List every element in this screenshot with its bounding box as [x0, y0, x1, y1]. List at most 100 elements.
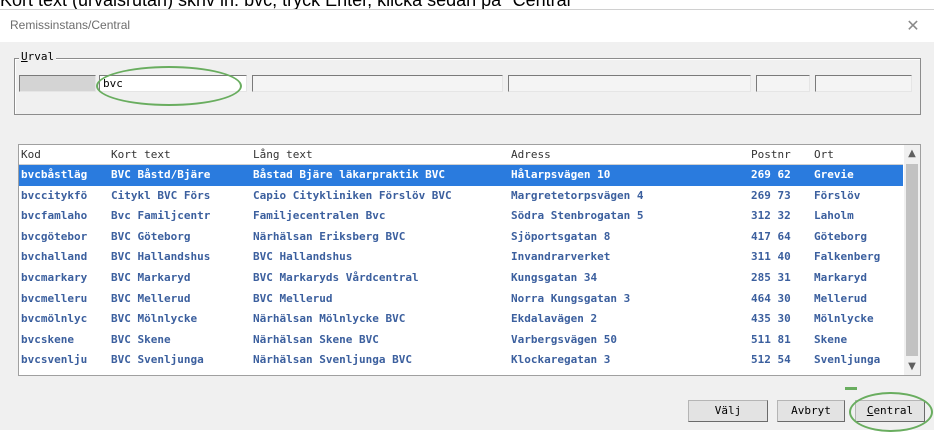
- urval-legend: Urval: [19, 50, 57, 63]
- scroll-up-icon[interactable]: ▲: [904, 145, 920, 162]
- filter-adress-field[interactable]: [508, 75, 751, 92]
- filter-ort-field[interactable]: [815, 75, 912, 92]
- cell-postnr: 512 54: [751, 353, 791, 367]
- central-button-label: entral: [873, 404, 914, 417]
- cell-lang: Närhälsan Svenljunga BVC: [253, 353, 412, 367]
- cell-postnr: 312 32: [751, 209, 791, 223]
- vertical-scrollbar[interactable]: ▲ ▼: [904, 145, 920, 375]
- table-row[interactable]: bvccitykfö Citykl BVC Förs Capio Cityklini…: [19, 186, 903, 207]
- cell-kod: bvcmölnlyc: [21, 312, 88, 326]
- column-header-postnr[interactable]: Postnr: [749, 145, 791, 164]
- cell-kod: bvcbåstläg: [21, 168, 88, 181]
- cell-postnr: 417 64: [751, 229, 791, 243]
- cell-adress: Klockaregatan 3: [511, 353, 611, 367]
- cell-ort: Laholm: [814, 209, 854, 223]
- cell-kod: bvcskene: [21, 332, 74, 346]
- cell-postnr: 269 62: [751, 168, 791, 181]
- cell-ort: Mellerud: [814, 291, 867, 305]
- cell-kod: bvchalland: [21, 250, 88, 264]
- cell-ort: Falkenberg: [814, 250, 881, 264]
- urval-group: Urval bvc: [14, 50, 921, 115]
- table-header: Kod Kort text Lång text Adress Postnr Or…: [19, 145, 903, 165]
- cell-ort: Göteborg: [814, 229, 867, 243]
- instruction-caption: Kort text (urvalsrutan) skriv in: bvc, t…: [0, 0, 934, 9]
- cell-postnr: 511 81: [751, 332, 791, 346]
- cell-kort: Bvc Familjcentr: [111, 209, 211, 223]
- cell-kod: bvcmarkary: [21, 270, 88, 284]
- search-input[interactable]: bvc: [99, 75, 247, 92]
- cell-kod: bvccitykfö: [21, 188, 88, 202]
- cell-kod: bvcsvenlju: [21, 353, 88, 367]
- cell-postnr: 285 31: [751, 270, 791, 284]
- cell-kort: BVC Skene: [111, 332, 171, 346]
- cell-adress: Kungsgatan 34: [511, 270, 598, 284]
- cell-kort: BVC Hallandshus: [111, 250, 211, 264]
- cell-postnr: 269 73: [751, 188, 791, 202]
- cell-lang: Närhälsan Mölnlycke BVC: [253, 312, 406, 326]
- valj-button[interactable]: Välj: [688, 400, 768, 422]
- urval-legend-mnemonic: U: [21, 50, 28, 63]
- results-table: Kod Kort text Lång text Adress Postnr Or…: [18, 144, 921, 376]
- highlight-mark: [845, 387, 857, 390]
- cell-kort: BVC Markaryd: [111, 270, 191, 284]
- cell-adress: Hålarpsvägen 10: [511, 168, 611, 181]
- cell-kort: BVC Göteborg: [111, 229, 191, 243]
- column-header-ort[interactable]: Ort: [812, 145, 834, 164]
- cell-lang: BVC Hallandshus: [253, 250, 353, 264]
- table-row[interactable]: bvcgötebor BVC Göteborg Närhälsan Eriksber…: [19, 227, 903, 248]
- table-row[interactable]: bvcmölnlyc BVC Mölnlycke Närhälsan Mölnlyc…: [19, 309, 903, 330]
- cell-adress: Invandrarverket: [511, 250, 611, 264]
- cell-adress: Norra Kungsgatan 3: [511, 291, 631, 305]
- cell-lang: Capio Citykliniken Förslöv BVC: [253, 188, 452, 202]
- column-header-lang-text[interactable]: Lång text: [251, 145, 313, 164]
- cell-kort: BVC Svenljunga: [111, 353, 204, 367]
- table-row[interactable]: bvcmarkary BVC Markaryd BVC Markaryds Vård…: [19, 268, 903, 289]
- cell-lang: Närhälsan Skene BVC: [253, 332, 379, 346]
- cell-adress: Ekdalavägen 2: [511, 312, 598, 326]
- table-row[interactable]: bvcfamlaho Bvc Familjcentr Familjecentrale…: [19, 206, 903, 227]
- cell-ort: Markaryd: [814, 270, 867, 284]
- title-bar: Remissinstans/Central ✕: [0, 10, 934, 42]
- cell-kod: bvcgötebor: [21, 229, 88, 243]
- table-row[interactable]: bvcbåstläg BVC Båstd/Bjäre Båstad Bjäre lä…: [19, 165, 903, 186]
- urval-legend-rest: rval: [27, 50, 55, 63]
- column-header-kort-text[interactable]: Kort text: [109, 145, 171, 164]
- column-header-kod[interactable]: Kod: [19, 145, 41, 164]
- cell-ort: Grevie: [814, 168, 854, 181]
- scrollbar-thumb[interactable]: [906, 164, 918, 356]
- filter-postnr-field[interactable]: [756, 75, 810, 92]
- dialog-window: Remissinstans/Central ✕ Urval bvc Kod Ko…: [0, 9, 934, 432]
- cell-ort: Skene: [814, 332, 848, 346]
- table-body: bvcbåstläg BVC Båstd/Bjäre Båstad Bjäre lä…: [19, 165, 903, 371]
- cell-adress: Södra Stenbrogatan 5: [511, 209, 644, 223]
- cell-lang: Familjecentralen Bvc: [253, 209, 386, 223]
- cell-kort: BVC Mellerud: [111, 291, 191, 305]
- cell-lang: BVC Mellerud: [253, 291, 333, 305]
- table-row[interactable]: bvcsvenlju BVC Svenljunga Närhälsan Svenlj…: [19, 350, 903, 371]
- cell-ort: Svenljunga: [814, 353, 881, 367]
- cell-postnr: 464 30: [751, 291, 791, 305]
- cell-kort: BVC Båstd/Bjäre: [111, 168, 211, 181]
- filter-lang-text-field[interactable]: [252, 75, 503, 92]
- table-row[interactable]: bvcmelleru BVC Mellerud BVC Mellerud Norra …: [19, 289, 903, 310]
- cell-adress: Margretetorpsvägen 4: [511, 188, 644, 202]
- close-icon[interactable]: ✕: [902, 15, 924, 37]
- scroll-down-icon[interactable]: ▼: [904, 358, 920, 375]
- table-row[interactable]: bvcskene BVC Skene Närhälsan Skene BVC Varb…: [19, 330, 903, 351]
- cell-kort: BVC Mölnlycke: [111, 312, 198, 326]
- cell-lang: Närhälsan Eriksberg BVC: [253, 229, 406, 243]
- cell-postnr: 311 40: [751, 250, 791, 264]
- column-header-adress[interactable]: Adress: [509, 145, 551, 164]
- filter-kod-field: [19, 75, 96, 92]
- cell-kort: Citykl BVC Förs: [111, 188, 211, 202]
- cell-lang: Båstad Bjäre läkarpraktik BVC: [253, 168, 446, 181]
- cell-adress: Varbergsvägen 50: [511, 332, 617, 346]
- cell-kod: bvcfamlaho: [21, 209, 88, 223]
- table-row[interactable]: bvchalland BVC Hallandshus BVC Hallandshus…: [19, 247, 903, 268]
- window-title: Remissinstans/Central: [10, 18, 131, 32]
- cell-kod: bvcmelleru: [21, 291, 88, 305]
- central-button[interactable]: Central: [855, 400, 925, 422]
- cell-ort: Förslöv: [814, 188, 861, 202]
- cell-postnr: 435 30: [751, 312, 791, 326]
- avbryt-button[interactable]: Avbryt: [777, 400, 845, 422]
